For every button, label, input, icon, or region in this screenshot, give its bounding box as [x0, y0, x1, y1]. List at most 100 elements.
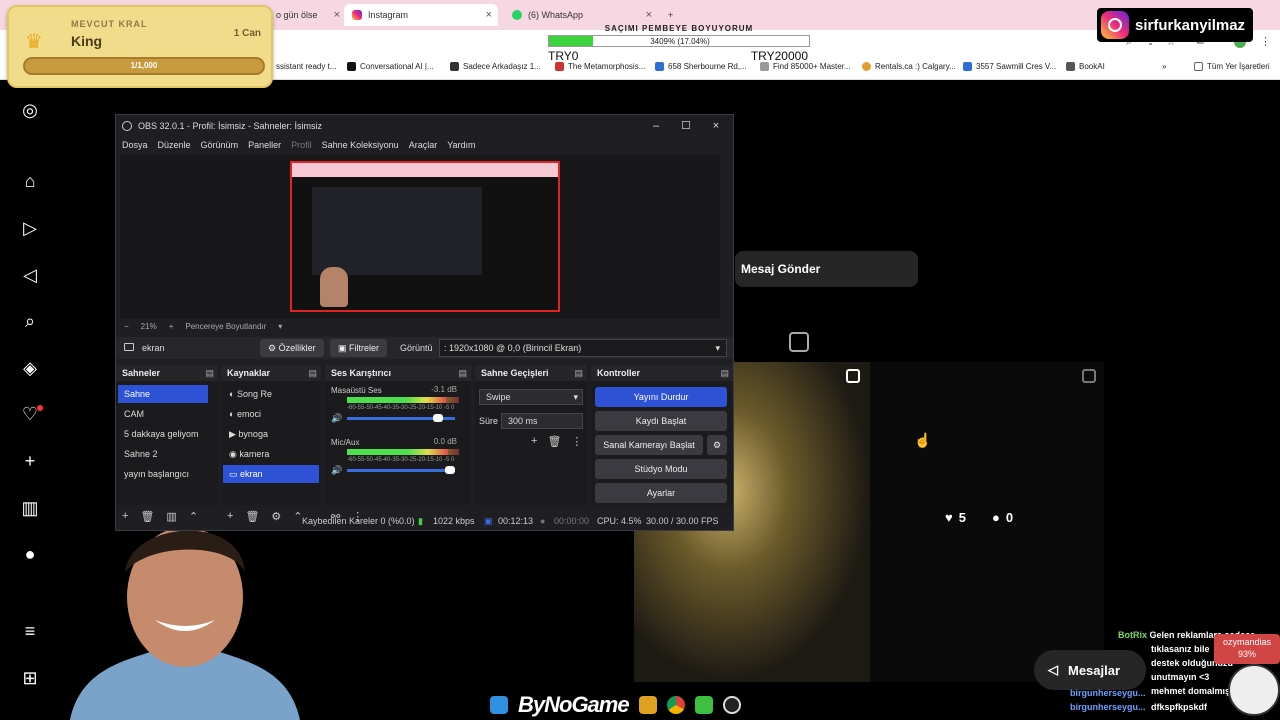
menu-dots-icon[interactable]: ⋮: [1260, 35, 1271, 48]
tab-instagram[interactable]: Instagram ×: [344, 4, 498, 26]
speaker-icon[interactable]: 🔊: [331, 465, 342, 476]
bookmark-item[interactable]: Find 85000+ Master...: [760, 62, 851, 71]
menu-sahne-koleksiyonu[interactable]: Sahne Koleksiyonu: [322, 137, 399, 153]
bookmark-item[interactable]: Rentals.ca :) Calgary...: [862, 62, 956, 71]
dock-menu-icon: ▤: [308, 368, 317, 378]
menu-dots-icon[interactable]: ⋮: [571, 435, 582, 448]
studio-mode-button[interactable]: Stüdyo Modu: [595, 459, 727, 479]
instagram-icon[interactable]: ◎: [20, 100, 40, 120]
preview-source[interactable]: [290, 161, 560, 312]
send-message-button[interactable]: Mesaj Gönder: [735, 251, 918, 287]
close-icon[interactable]: ×: [486, 9, 492, 21]
webcam-person: [70, 527, 300, 720]
duration-input[interactable]: 300 ms: [501, 413, 583, 429]
obs-icon[interactable]: [722, 696, 741, 714]
bookmark-item[interactable]: ssistant ready t...: [276, 62, 336, 71]
social-handle: sirfurkanyilmaz: [1097, 8, 1254, 42]
taskbar: ByNoGame: [490, 690, 790, 720]
bookmark-item[interactable]: The Metamorphosis...: [555, 62, 645, 71]
menu-gorunum[interactable]: Görünüm: [201, 137, 239, 153]
chevron-down-icon: ▾: [715, 343, 720, 353]
dashboard-icon[interactable]: ▥: [20, 498, 40, 518]
more-icon[interactable]: ⊞: [20, 668, 40, 688]
channel-db: -3.1 dB: [431, 385, 457, 394]
messages-label: Mesajlar: [1068, 662, 1121, 678]
slider-thumb[interactable]: [433, 414, 443, 422]
monitor-icon: [124, 343, 134, 351]
minimize-icon[interactable]: –: [641, 115, 671, 137]
bookmarks-more[interactable]: »: [1162, 62, 1166, 71]
volume-slider[interactable]: [347, 414, 455, 422]
scene-item[interactable]: Sahne: [118, 385, 208, 403]
settings-button[interactable]: Ayarlar: [595, 483, 727, 503]
menu-duzenle[interactable]: Düzenle: [158, 137, 191, 153]
tagged-icon[interactable]: [789, 332, 809, 352]
obs-preview[interactable]: [120, 155, 720, 319]
search-icon[interactable]: ⌕: [20, 311, 40, 331]
display-select[interactable]: : 1920x1080 @ 0,0 (Birincil Ekran) ▾: [439, 339, 727, 357]
file-explorer-icon[interactable]: [638, 696, 657, 714]
start-virtual-camera-button[interactable]: Sanal Kamerayı Başlat: [595, 435, 703, 455]
bookmark-item[interactable]: Conversational AI |...: [347, 62, 434, 71]
menu-dosya[interactable]: Dosya: [122, 137, 148, 153]
scene-item[interactable]: 5 dakkaya geliyom: [118, 425, 199, 443]
fit-window-button[interactable]: Pencereye Boyutlandır: [185, 322, 266, 331]
speaker-icon[interactable]: 🔊: [331, 413, 342, 424]
home-icon[interactable]: ⌂: [20, 171, 40, 191]
bookmark-item[interactable]: Sadece Arkadaşız 1...: [450, 62, 541, 71]
source-item[interactable]: ▭ ekran: [223, 465, 319, 483]
profile-icon[interactable]: ●: [20, 544, 40, 564]
trash-icon[interactable]: 🗑: [547, 435, 561, 448]
dock-menu-icon: ▤: [205, 368, 214, 378]
slider-thumb[interactable]: [445, 466, 455, 474]
close-icon[interactable]: ×: [334, 9, 340, 21]
tab-1[interactable]: o gün ölse ×: [268, 4, 346, 26]
start-recording-button[interactable]: Kaydı Başlat: [595, 411, 727, 431]
stream-icon: ▣: [484, 516, 493, 526]
chevron-down-icon[interactable]: ▾: [278, 322, 282, 331]
explore-icon[interactable]: ◈: [20, 358, 40, 378]
create-icon[interactable]: +: [20, 451, 40, 471]
maximize-icon[interactable]: ☐: [671, 115, 701, 137]
source-item[interactable]: ◐ emoci: [223, 405, 319, 423]
reels-icon[interactable]: ▷: [20, 218, 40, 238]
scene-item[interactable]: Sahne 2: [118, 445, 158, 463]
scene-item[interactable]: CAM: [118, 405, 144, 423]
chat-user: birgunherseygu...: [1070, 688, 1146, 698]
messages-button[interactable]: ◁ Mesajlar: [1034, 650, 1146, 690]
close-icon[interactable]: ×: [701, 115, 731, 137]
source-item[interactable]: ▶ bynoga: [223, 425, 319, 443]
windows-start-icon[interactable]: [490, 696, 508, 714]
instagram-icon: [352, 10, 362, 20]
add-icon[interactable]: +: [531, 435, 537, 448]
bookmark-item[interactable]: 3557 Sawmill Cres V...: [963, 62, 1056, 71]
stop-stream-button[interactable]: Yayını Durdur: [595, 387, 727, 407]
menu-araclar[interactable]: Araçlar: [409, 137, 438, 153]
source-item[interactable]: ◐ Song Re: [223, 385, 319, 403]
all-bookmarks[interactable]: Tüm Yer İşaretleri: [1194, 62, 1270, 71]
preview-thumbnail-window: [312, 187, 482, 275]
menu-profil[interactable]: Profil: [291, 137, 312, 153]
dropped-frames: Kaybedilen Kareler 0 (%0.0): [302, 516, 415, 526]
transition-select[interactable]: Swipe ▾: [479, 389, 583, 405]
menu-icon[interactable]: ≡: [20, 621, 40, 641]
gear-icon[interactable]: ⚙: [707, 435, 727, 455]
menu-paneller[interactable]: Paneller: [248, 137, 281, 153]
bookmark-item[interactable]: 658 Sherbourne Rd,...: [655, 62, 747, 71]
bookmark-item[interactable]: BookAI: [1066, 62, 1105, 71]
volume-slider[interactable]: [347, 466, 455, 474]
zoom-in-icon[interactable]: +: [169, 322, 174, 331]
filters-button[interactable]: ▣ Filtreler: [330, 339, 388, 357]
zoom-out-icon[interactable]: −: [124, 322, 129, 331]
scene-item[interactable]: yayın başlangıcı: [118, 465, 189, 483]
instagram-logo-icon: [1101, 11, 1129, 39]
properties-button[interactable]: ⚙ Özellikler: [260, 339, 324, 357]
source-item[interactable]: ◉ kamera: [223, 445, 319, 463]
chrome-icon[interactable]: [666, 696, 685, 714]
chat-message: mehmet domalmış: [1151, 686, 1231, 696]
menu-yardim[interactable]: Yardım: [447, 137, 475, 153]
messages-icon[interactable]: ◁: [20, 265, 40, 285]
cpu-usage: CPU: 4.5%: [597, 516, 642, 526]
app-icon[interactable]: [694, 696, 713, 714]
close-icon[interactable]: ×: [646, 9, 652, 21]
